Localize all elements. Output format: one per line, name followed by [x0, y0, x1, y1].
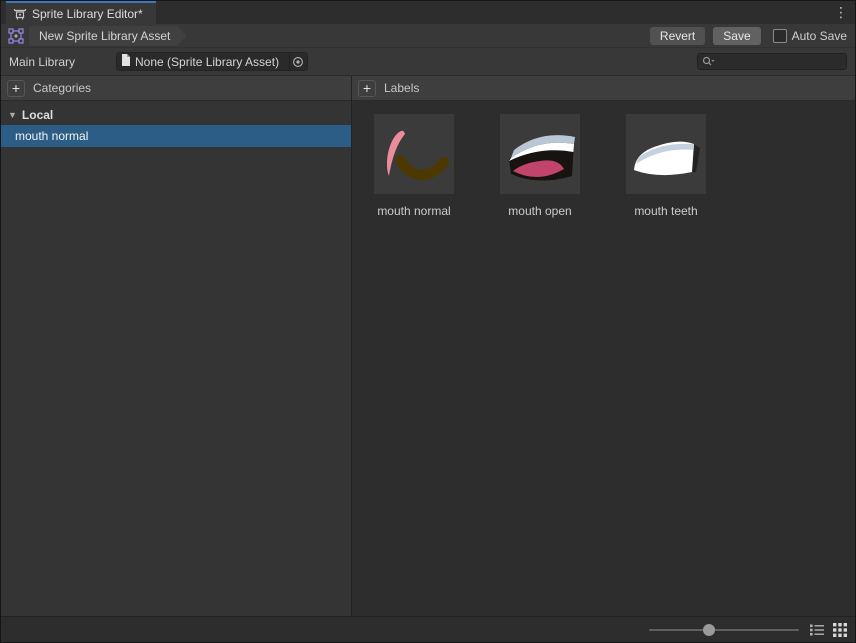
category-row-mouth-normal[interactable]: mouth normal — [1, 125, 351, 147]
thumbnail-label: mouth normal — [377, 204, 451, 218]
local-foldout[interactable]: ▼ Local — [1, 105, 351, 125]
sprite-library-editor-icon — [13, 7, 27, 21]
breadcrumb[interactable]: New Sprite Library Asset — [29, 26, 186, 46]
add-category-button[interactable]: + — [7, 79, 25, 97]
tab-bar: Sprite Library Editor* ⋮ — [1, 1, 855, 24]
zoom-slider-track — [649, 629, 799, 631]
sprite-thumbnail-mouth-open[interactable] — [500, 114, 580, 194]
thumbnail-label: mouth open — [508, 204, 572, 218]
revert-button[interactable]: Revert — [649, 26, 706, 45]
save-button[interactable]: Save — [713, 26, 761, 45]
sprite-library-asset-icon — [7, 27, 25, 45]
zoom-slider-knob[interactable] — [703, 624, 715, 636]
object-field-value: None (Sprite Library Asset) — [135, 54, 280, 69]
main-library-label: Main Library — [9, 54, 76, 69]
add-label-button[interactable]: + — [358, 79, 376, 97]
category-row-label: mouth normal — [15, 129, 89, 143]
tab-title: Sprite Library Editor* — [32, 6, 143, 21]
zoom-slider[interactable] — [649, 623, 799, 637]
categories-header: + Categories — [1, 76, 351, 101]
grid-view-icon[interactable] — [833, 623, 847, 637]
category-list: ▼ Local mouth normal — [1, 101, 351, 616]
main-library-object-field[interactable]: None (Sprite Library Asset) — [116, 52, 308, 71]
categories-title: Categories — [33, 81, 92, 95]
list-view-icon[interactable] — [810, 623, 824, 637]
label-item-mouth-open[interactable]: mouth open — [500, 114, 580, 218]
label-grid: mouth normal mouth open mouth teeth — [352, 101, 855, 616]
chevron-down-icon: ▼ — [8, 110, 17, 120]
labels-header: + Labels — [352, 76, 855, 101]
categories-panel: + Categories ▼ Local mouth normal — [1, 76, 352, 616]
labels-panel: + Labels mouth normal mouth open mouth t… — [352, 76, 855, 616]
auto-save-checkbox[interactable] — [772, 28, 787, 43]
breadcrumb-label: New Sprite Library Asset — [39, 28, 171, 43]
sprite-thumbnail-mouth-normal[interactable] — [374, 114, 454, 194]
kebab-menu-icon[interactable]: ⋮ — [833, 1, 849, 24]
search-input[interactable] — [715, 55, 842, 68]
thumbnail-label: mouth teeth — [634, 204, 698, 218]
label-item-mouth-normal[interactable]: mouth normal — [374, 114, 454, 218]
toolbar: New Sprite Library Asset Revert Save Aut… — [1, 24, 855, 48]
labels-title: Labels — [384, 81, 420, 95]
object-picker-icon[interactable] — [289, 54, 305, 69]
text-asset-icon — [121, 54, 131, 69]
search-field[interactable] — [697, 53, 847, 70]
main-library-row: Main Library None (Sprite Library Asset) — [1, 48, 855, 76]
tab-sprite-library-editor[interactable]: Sprite Library Editor* — [6, 1, 156, 24]
sprite-thumbnail-mouth-teeth[interactable] — [626, 114, 706, 194]
local-foldout-label: Local — [21, 108, 54, 122]
panels: + Categories ▼ Local mouth normal + Labe… — [1, 76, 855, 616]
bottom-bar — [1, 616, 855, 642]
sprite-library-editor-window: Sprite Library Editor* ⋮ New Sprite Libr… — [0, 0, 856, 643]
search-icon — [702, 56, 715, 67]
label-item-mouth-teeth[interactable]: mouth teeth — [626, 114, 706, 218]
auto-save-label: Auto Save — [791, 28, 847, 43]
